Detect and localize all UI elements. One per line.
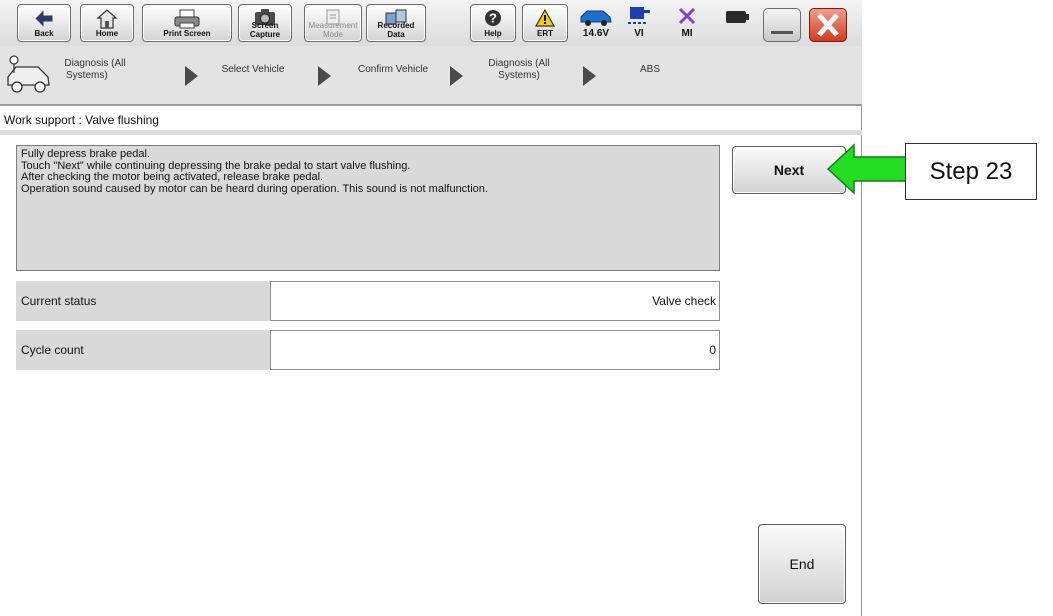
- breadcrumb-diagnosis-1-line2: Systems): [66, 70, 108, 81]
- callout-arrow-icon: [826, 143, 907, 195]
- mi-cross-icon: [678, 7, 696, 25]
- breadcrumb-item-abs[interactable]: ABS: [630, 64, 670, 76]
- breadcrumb-confirm-vehicle-label: Confirm Vehicle: [357, 64, 429, 75]
- instruction-line: Operation sound caused by motor can be h…: [21, 182, 488, 195]
- close-button[interactable]: [809, 8, 847, 42]
- ert-label: ERT: [537, 29, 553, 38]
- battery-voltage-indicator: 14.6V: [574, 4, 618, 42]
- breadcrumb-item-confirm-vehicle[interactable]: Confirm Vehicle: [340, 64, 446, 76]
- breadcrumb-arrow-icon: [583, 66, 596, 86]
- breadcrumb-diagnosis-1-line1: Diagnosis (All: [64, 58, 126, 69]
- recorded-data-button[interactable]: Recorded Data: [366, 4, 426, 42]
- instructions-panel: Fully depress brake pedal. Touch "Next" …: [16, 145, 720, 271]
- minimize-icon: [771, 31, 793, 34]
- vi-icon: [628, 7, 650, 24]
- breadcrumb-diagnosis-2-line2: Systems): [498, 70, 540, 81]
- end-button[interactable]: End: [758, 524, 846, 604]
- cycle-count-label: Cycle count: [16, 330, 270, 370]
- battery-icon: [726, 11, 749, 23]
- current-status-label: Current status: [16, 281, 270, 321]
- help-label: Help: [484, 29, 502, 38]
- vi-indicator: VI: [622, 4, 656, 42]
- house-icon: [96, 9, 118, 29]
- warning-icon: [534, 8, 556, 27]
- toolbar: Back Home Print Screen Screen Capture Me…: [0, 0, 862, 47]
- recorded-label-2: Data: [387, 30, 405, 39]
- page-title: Work support : Valve flushing: [4, 113, 159, 127]
- title-divider: [0, 130, 862, 135]
- back-button[interactable]: Back: [17, 4, 71, 42]
- screen-capture-label-1: Screen: [251, 21, 279, 30]
- svg-text:?: ?: [489, 11, 497, 26]
- minimize-button[interactable]: [763, 8, 801, 42]
- back-label: Back: [34, 29, 54, 38]
- app-window: Back Home Print Screen Screen Capture Me…: [0, 0, 862, 616]
- cycle-count-value: 0: [270, 330, 720, 370]
- current-status-value: Valve check: [270, 281, 720, 321]
- voltage-label: 14.6V: [582, 28, 610, 39]
- breadcrumb-arrow-icon: [450, 66, 463, 86]
- breadcrumb: Diagnosis (All Systems) Select Vehicle C…: [0, 46, 862, 106]
- screen-capture-button[interactable]: Screen Capture: [238, 4, 292, 42]
- mi-indicator: MI: [670, 4, 704, 42]
- measurement-mode-button[interactable]: Measurement Mode: [304, 4, 362, 42]
- breadcrumb-item-diagnosis-2[interactable]: Diagnosis (All Systems): [476, 58, 562, 82]
- car-icon: [580, 10, 612, 26]
- mi-label: MI: [681, 28, 693, 39]
- print-screen-label: Print Screen: [163, 29, 211, 38]
- print-screen-button[interactable]: Print Screen: [142, 4, 232, 42]
- close-icon: [817, 13, 839, 37]
- recorded-label-1: Recorded: [377, 21, 415, 30]
- instruction-line: Fully depress brake pedal.: [21, 148, 151, 160]
- step-callout: Step 23: [905, 143, 1037, 200]
- breadcrumb-abs-label: ABS: [639, 64, 660, 75]
- ert-button[interactable]: ERT: [522, 4, 568, 42]
- breadcrumb-arrow-icon: [318, 66, 331, 86]
- screen-capture-label-2: Capture: [249, 30, 281, 39]
- instruction-line: After checking the motor being activated…: [21, 171, 324, 183]
- breadcrumb-arrow-icon: [185, 66, 198, 86]
- vehicle-icon: [7, 55, 50, 93]
- measurement-label-1: Measurement: [308, 21, 358, 30]
- breadcrumb-item-diagnosis-1[interactable]: Diagnosis (All Systems): [62, 58, 128, 82]
- vi-label: VI: [634, 28, 644, 39]
- page-title-bar: Work support : Valve flushing: [0, 108, 862, 130]
- breadcrumb-select-vehicle-label: Select Vehicle: [221, 64, 285, 75]
- measurement-label-2: Mode: [322, 30, 343, 39]
- breadcrumb-diagnosis-2-line1: Diagnosis (All: [488, 58, 550, 69]
- breadcrumb-item-select-vehicle[interactable]: Select Vehicle: [203, 64, 303, 76]
- home-label: Home: [95, 29, 119, 38]
- left-arrow-icon: [35, 10, 53, 27]
- help-button[interactable]: ? Help: [470, 4, 516, 42]
- question-icon: ?: [485, 10, 501, 26]
- printer-icon: [174, 9, 200, 29]
- home-button[interactable]: Home: [80, 4, 134, 42]
